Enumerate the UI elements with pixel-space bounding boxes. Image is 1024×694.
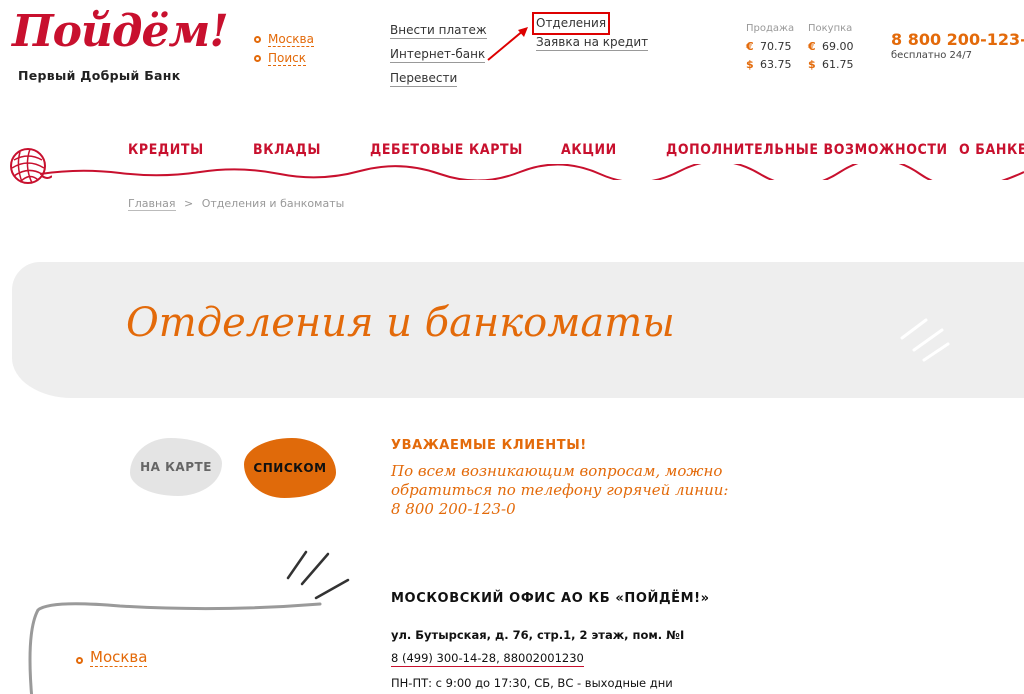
credit-application-link[interactable]: Заявка на кредит [536, 35, 649, 51]
nav-debit-cards[interactable]: ДЕБЕТОВЫЕ КАРТЫ [370, 142, 523, 158]
eur-buy-rate: €69.00 [808, 40, 854, 53]
office-address: ул. Бутырская, д. 76, стр.1, 2 этаж, пом… [391, 628, 685, 642]
office-phones[interactable]: 8 (499) 300-14-28, 88002001230 [391, 651, 584, 667]
dollar-icon: $ [808, 58, 816, 71]
eur-sell-rate: €70.75 [746, 40, 792, 53]
city-selector-link[interactable]: Москва [268, 32, 314, 47]
search-link[interactable]: Поиск [268, 51, 307, 66]
page-title: Отделения и банкоматы [126, 300, 675, 346]
breadcrumb-home[interactable]: Главная [128, 197, 176, 211]
main-nav: КРЕДИТЫ ВКЛАДЫ ДЕБЕТОВЫЕ КАРТЫ АКЦИИ ДОП… [0, 138, 1024, 188]
view-map-button[interactable]: НА КАРТЕ [130, 438, 222, 496]
usd-sell-rate: $63.75 [746, 58, 792, 71]
rate-buy-label: Покупка [808, 23, 853, 34]
nav-credits[interactable]: КРЕДИТЫ [128, 142, 204, 158]
branches-link[interactable]: Отделения [531, 12, 611, 35]
nav-promotions[interactable]: АКЦИИ [561, 142, 617, 158]
search-pin-icon [254, 55, 261, 62]
city-pin-icon [76, 657, 83, 664]
location-pin-icon [254, 36, 261, 43]
dollar-icon: $ [746, 58, 754, 71]
nav-wavy-thread [40, 164, 1024, 180]
internet-bank-link[interactable]: Интернет-банк [390, 47, 486, 63]
hotline-note: бесплатно 24/7 [891, 50, 972, 61]
nav-about-bank[interactable]: О БАНКЕ [959, 142, 1024, 158]
notice-heading: УВАЖАЕМЫЕ КЛИЕНТЫ! [391, 438, 587, 453]
euro-icon: € [746, 40, 754, 53]
bank-logo[interactable]: Пойдём! [12, 6, 229, 57]
breadcrumb-current: Отделения и банкоматы [201, 197, 345, 210]
breadcrumb: Главная > Отделения и банкоматы [128, 197, 345, 211]
office-hours: ПН-ПТ: с 9:00 до 17:30, СБ, ВС - выходны… [391, 676, 673, 690]
hotline-phone[interactable]: 8 800 200-123-0 [891, 30, 1024, 49]
office-title: МОСКОВСКИЙ ОФИС АО КБ «ПОЙДЁМ!» [391, 591, 710, 606]
view-list-button[interactable]: СПИСКОМ [244, 438, 336, 498]
top-links-col2: Отделения Заявка на кредит [531, 12, 649, 55]
bank-tagline: Первый Добрый Банк [18, 68, 181, 83]
notice-phone[interactable]: 8 800 200-123-0 [391, 500, 516, 518]
rate-sell-label: Продажа [746, 23, 795, 34]
top-links-col1: Внести платеж Интернет-банк Перевести [390, 19, 487, 91]
nav-extra-services[interactable]: ДОПОЛНИТЕЛЬНЫЕ ВОЗМОЖНОСТИ [666, 142, 948, 158]
pay-link[interactable]: Внести платеж [390, 23, 487, 39]
nav-deposits[interactable]: ВКЛАДЫ [253, 142, 321, 158]
sparkle-lines-icon [900, 318, 950, 362]
usd-buy-rate: $61.75 [808, 58, 854, 71]
breadcrumb-separator-icon: > [184, 197, 194, 210]
transfer-link[interactable]: Перевести [390, 71, 458, 87]
sidebar-city-link[interactable]: Москва [90, 648, 148, 667]
euro-icon: € [808, 40, 816, 53]
hand-drawn-frame [28, 602, 322, 694]
annotation-arrow-icon [487, 27, 528, 61]
notice-body: По всем возникающим вопросам, можно обра… [391, 462, 729, 518]
